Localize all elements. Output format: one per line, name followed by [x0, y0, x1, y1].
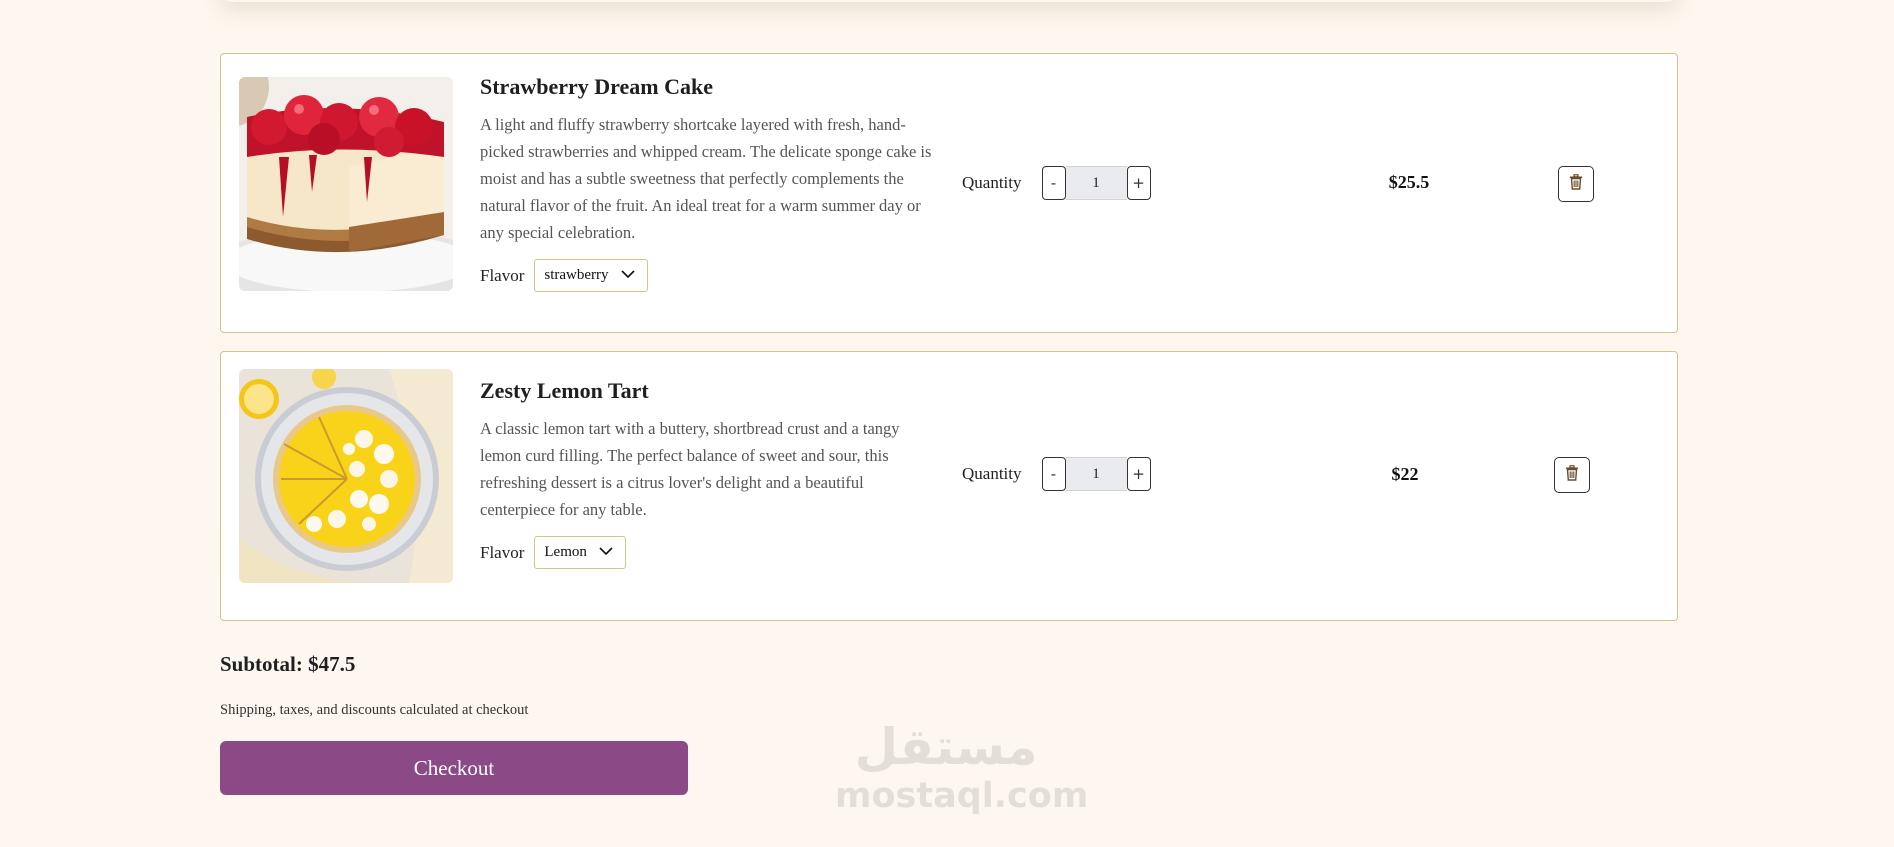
product-image-strawberry-cheesecake	[239, 77, 453, 291]
product-description: A classic lemon tart with a buttery, sho…	[480, 419, 900, 519]
flavor-select[interactable]: Lemon	[534, 536, 626, 569]
item-price: $22	[1391, 464, 1419, 484]
cart-item: Zesty Lemon Tart A classic lemon tart wi…	[220, 351, 1678, 621]
product-description: A light and fluffy strawberry shortcake …	[480, 115, 932, 242]
watermark-script: مستقل	[854, 718, 1039, 776]
product-image-lemon-tart	[239, 369, 453, 583]
flavor-label: Flavor	[480, 542, 525, 562]
shipping-note: Shipping, taxes, and discounts calculate…	[220, 702, 529, 718]
item-price: $25.5	[1388, 172, 1430, 192]
product-title: Zesty Lemon Tart	[480, 378, 649, 403]
chevron-down-icon	[620, 267, 635, 284]
delete-item-button[interactable]	[1554, 457, 1590, 493]
decrement-button[interactable]: -	[1041, 457, 1066, 491]
quantity-label: Quantity	[962, 464, 1022, 483]
quantity-stepper: - 1 +	[1041, 166, 1151, 200]
checkout-button[interactable]: Checkout	[220, 741, 688, 795]
decrement-button[interactable]: -	[1041, 166, 1066, 200]
watermark-logo: مستقل mostaql.com	[835, 718, 1089, 830]
cart-items-list: Strawberry Dream Cake A light and fluffy…	[220, 53, 1678, 639]
delete-item-button[interactable]	[1558, 166, 1594, 202]
product-info: Zesty Lemon Tart A classic lemon tart wi…	[480, 376, 935, 569]
subtotal: Subtotal: $47.5	[220, 652, 356, 676]
quantity-stepper: - 1 +	[1041, 457, 1151, 491]
trash-icon	[1565, 464, 1579, 486]
quantity-input[interactable]: 1	[1065, 457, 1127, 491]
chevron-down-icon	[599, 544, 613, 561]
quantity-label: Quantity	[962, 173, 1022, 192]
trash-icon	[1569, 173, 1583, 195]
product-info: Strawberry Dream Cake A light and fluffy…	[480, 72, 935, 292]
order-summary: Subtotal: $47.5 Shipping, taxes, and dis…	[220, 652, 528, 718]
quantity-control: Quantity - 1 +	[962, 166, 1151, 200]
flavor-row: Flavor strawberry	[480, 259, 935, 292]
quantity-control: Quantity - 1 +	[962, 457, 1151, 491]
flavor-select[interactable]: strawberry	[534, 259, 648, 292]
flavor-row: Flavor Lemon	[480, 536, 935, 569]
flavor-label: Flavor	[480, 265, 525, 285]
header-shadow-edge	[220, 0, 1678, 2]
quantity-input[interactable]: 1	[1065, 166, 1127, 200]
flavor-select-value: Lemon	[544, 544, 587, 560]
increment-button[interactable]: +	[1126, 457, 1151, 491]
increment-button[interactable]: +	[1126, 166, 1151, 200]
product-title: Strawberry Dream Cake	[480, 74, 713, 99]
cart-item: Strawberry Dream Cake A light and fluffy…	[220, 53, 1678, 333]
flavor-select-value: strawberry	[544, 267, 609, 283]
watermark-domain: mostaql.com	[835, 776, 1089, 816]
